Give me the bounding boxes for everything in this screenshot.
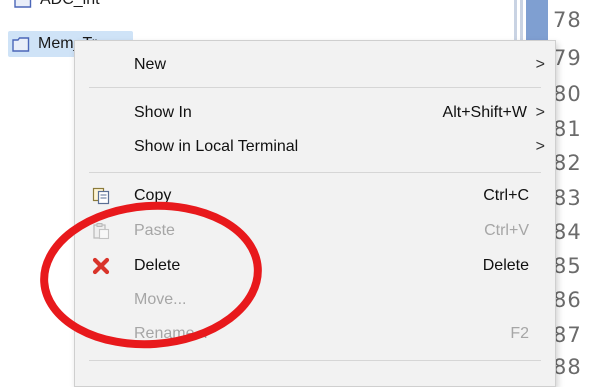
menu-item-delete[interactable]: Delete Delete — [75, 249, 555, 283]
menu-item-copy[interactable]: Copy Ctrl+C — [75, 179, 555, 213]
line-number: 83 — [553, 186, 582, 210]
copy-icon — [92, 187, 110, 205]
overview-ruler — [514, 0, 548, 45]
line-number: 82 — [553, 151, 582, 175]
line-number: 86 — [553, 288, 582, 312]
chevron-right-icon: > — [535, 56, 545, 73]
line-number: 79 — [553, 46, 582, 70]
line-number: 88 — [553, 355, 582, 379]
chevron-right-icon: > — [535, 138, 545, 155]
line-number: 80 — [553, 82, 582, 106]
menu-item-label: Show In — [134, 104, 192, 121]
menu-item-paste[interactable]: Paste Ctrl+V — [75, 214, 555, 248]
paste-icon — [93, 223, 110, 240]
menu-item-shortcut: Ctrl+V — [484, 222, 529, 239]
line-number: 78 — [553, 8, 582, 32]
menu-item-move[interactable]: Move... — [75, 283, 555, 317]
menu-item-shortcut: Alt+Shift+W — [442, 104, 527, 121]
context-menu: New > Show In Alt+Shift+W > Show in Loca… — [74, 40, 556, 387]
line-number: 87 — [553, 323, 582, 347]
tree-item-adc-int[interactable]: ADC_int — [0, 0, 140, 12]
menu-separator — [89, 87, 541, 88]
tree-item-label: ADC_int — [40, 0, 100, 9]
menu-separator — [89, 360, 541, 361]
menu-separator — [89, 172, 541, 173]
menu-item-label: Show in Local Terminal — [134, 138, 299, 155]
delete-icon — [92, 257, 110, 275]
folder-icon — [12, 36, 30, 52]
menu-item-show-in[interactable]: Show In Alt+Shift+W > — [75, 96, 555, 130]
menu-item-label: Move... — [134, 291, 187, 308]
menu-item-shortcut: Delete — [482, 257, 529, 274]
menu-item-shortcut: F2 — [510, 325, 529, 342]
line-number: 85 — [553, 254, 582, 278]
menu-item-shortcut: Ctrl+C — [483, 187, 529, 204]
folder-icon — [14, 0, 32, 8]
menu-item-label: Delete — [134, 257, 181, 274]
line-number: 84 — [553, 220, 582, 244]
menu-item-label: New — [134, 56, 167, 73]
menu-item-label: Copy — [134, 187, 172, 204]
menu-item-rename[interactable]: Rename... F2 — [75, 317, 555, 351]
menu-item-new[interactable]: New > — [75, 48, 555, 82]
chevron-right-icon: > — [535, 104, 545, 121]
line-number: 81 — [553, 117, 582, 141]
menu-item-label: Paste — [134, 222, 175, 239]
menu-item-label: Rename... — [134, 325, 208, 342]
menu-item-show-in-local-terminal[interactable]: Show in Local Terminal > — [75, 130, 555, 164]
